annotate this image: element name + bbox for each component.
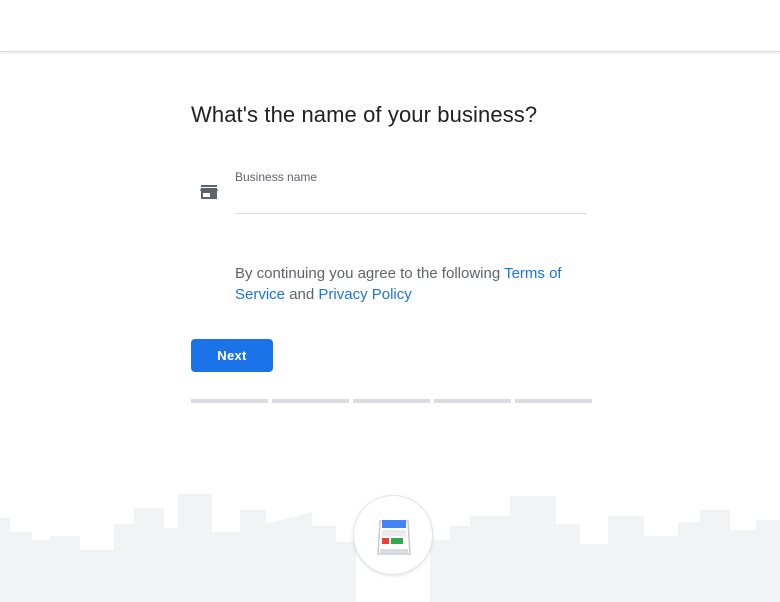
terms-text: By continuing you agree to the following… [235,263,580,305]
business-name-input[interactable] [235,188,586,210]
top-app-bar [0,0,780,52]
page-title: What's the name of your business? [191,102,538,127]
business-name-label: Business name [235,170,318,184]
progress-step [191,399,268,403]
progress-step [353,399,430,403]
progress-step [272,399,349,403]
terms-prefix: By continuing you agree to the following [235,265,505,282]
progress-step [434,399,511,403]
progress-indicator [191,399,592,403]
business-storefront-logo-icon [353,495,433,575]
privacy-policy-link[interactable]: Privacy Policy [318,286,411,303]
business-name-field[interactable]: Business name [235,168,586,214]
progress-step [515,399,592,403]
terms-connector: and [285,286,319,303]
store-icon [199,182,219,202]
next-button[interactable]: Next [191,339,273,372]
